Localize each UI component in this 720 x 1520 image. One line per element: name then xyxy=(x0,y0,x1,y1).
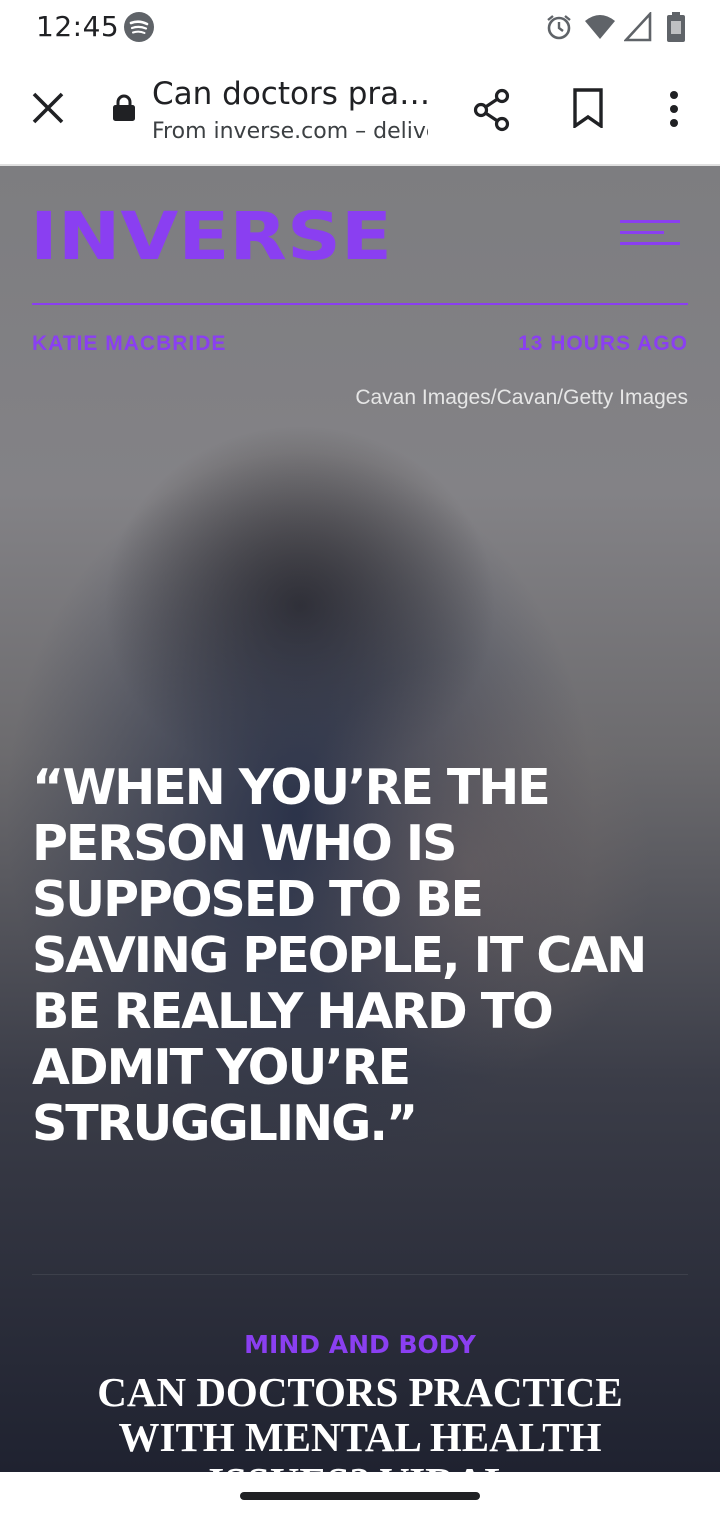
page-title: Can doctors practice with mental health … xyxy=(152,76,432,112)
alarm-icon xyxy=(544,12,574,47)
page-url: From inverse.com – delivered by Google xyxy=(152,119,428,144)
author-link[interactable]: KATIE MACBRIDE xyxy=(32,332,226,356)
lock-icon[interactable] xyxy=(112,94,136,127)
spotify-icon xyxy=(124,12,154,42)
status-time: 12:45 xyxy=(36,10,120,43)
divider xyxy=(32,1274,688,1275)
share-icon[interactable] xyxy=(472,88,512,137)
home-gesture-handle[interactable] xyxy=(240,1492,480,1500)
publish-time: 13 HOURS AGO xyxy=(518,332,688,355)
close-icon[interactable] xyxy=(30,90,66,131)
signal-icon xyxy=(623,10,652,47)
wifi-icon xyxy=(584,12,616,47)
brand-text: INVERSE xyxy=(30,204,392,264)
header-divider xyxy=(32,303,688,305)
system-nav-bar xyxy=(0,1472,720,1520)
status-bar: 12:45 xyxy=(0,0,720,56)
menu-icon[interactable] xyxy=(620,220,680,248)
category-link[interactable]: MIND AND BODY xyxy=(0,1330,720,1359)
article-headline: Can doctors practice with mental health … xyxy=(97,1369,623,1473)
bookmark-icon[interactable] xyxy=(572,88,604,133)
image-credit: Cavan Images/Cavan/Getty Images xyxy=(355,386,688,409)
battery-icon xyxy=(666,12,686,47)
more-vert-icon[interactable] xyxy=(666,90,682,133)
inverse-logo[interactable]: INVERSE xyxy=(30,204,394,264)
custom-tab-toolbar: Can doctors practice with mental health … xyxy=(0,56,720,166)
pull-quote: “When you’re the person who is supposed … xyxy=(32,759,647,1152)
article-hero: INVERSE KATIE MACBRIDE 13 HOURS AGO Cava… xyxy=(0,166,720,1472)
